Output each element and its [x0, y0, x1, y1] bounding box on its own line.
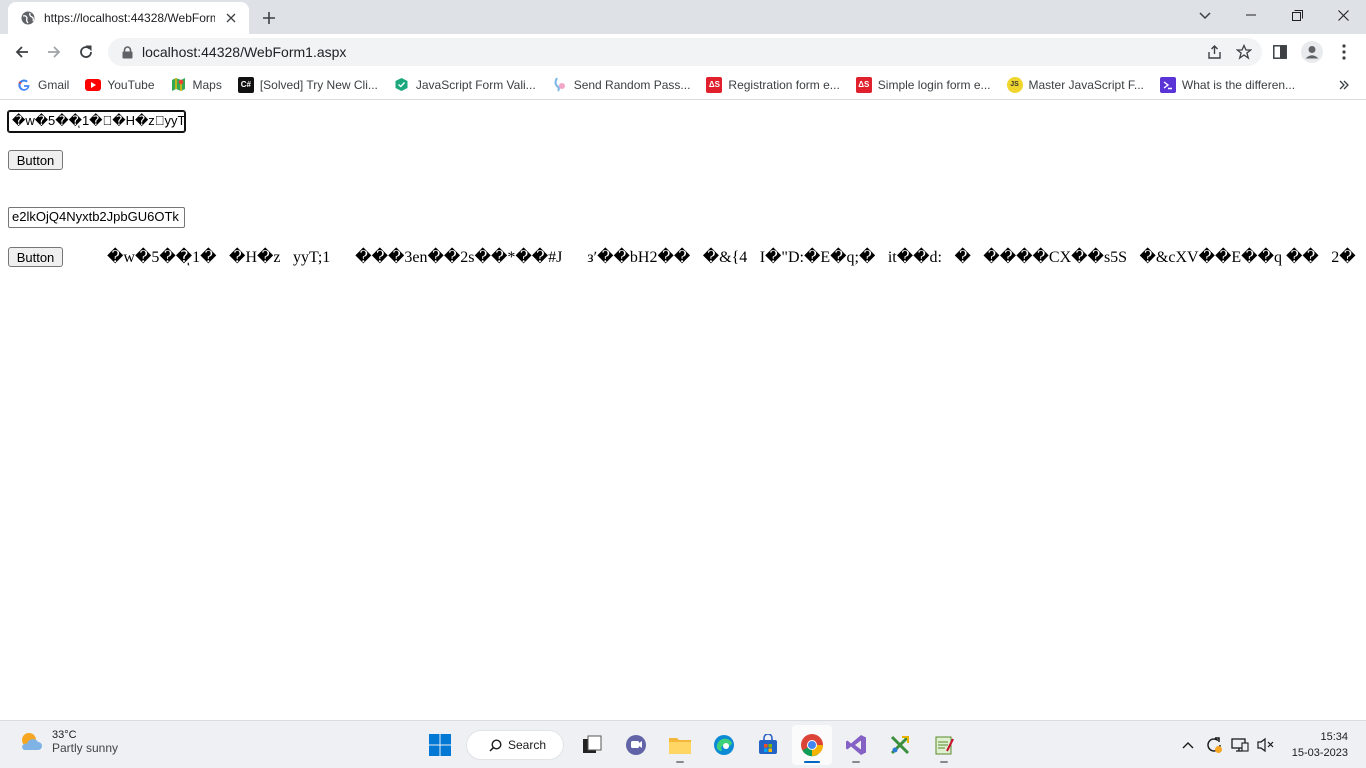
weather-temp: 33°C	[52, 729, 77, 741]
bookmark-youtube[interactable]: YouTube	[85, 72, 155, 98]
lock-icon[interactable]	[120, 45, 134, 59]
new-tab-plus-icon[interactable]	[258, 7, 280, 29]
chrome-browser-icon[interactable]	[792, 725, 832, 765]
task-view-icon[interactable]	[572, 725, 612, 765]
bookmark-solved[interactable]: C# [Solved] Try New Cli...	[237, 72, 378, 98]
tools-app-icon[interactable]	[880, 725, 920, 765]
running-indicator	[804, 761, 820, 763]
window-controls	[1228, 0, 1366, 30]
globe-icon	[21, 11, 35, 25]
bookmark-master-javascript[interactable]: JS Master JavaScript F...	[1006, 72, 1144, 98]
close-window-icon[interactable]	[1320, 0, 1366, 30]
browser-toolbar: localhost:44328/WebForm1.aspx	[0, 34, 1366, 70]
youtube-icon	[85, 77, 102, 93]
minimize-icon[interactable]	[1228, 0, 1274, 30]
weather-widget[interactable]: 33°C Partly sunny	[18, 729, 118, 755]
reload-icon[interactable]	[73, 39, 99, 65]
taskbar-apps: Search	[418, 725, 966, 765]
bookmark-what-is-the-difference[interactable]: What is the differen...	[1159, 72, 1295, 98]
url-text[interactable]: localhost:44328/WebForm1.aspx	[142, 44, 1202, 60]
bookmark-js-form-validation[interactable]: JavaScript Form Vali...	[394, 72, 536, 98]
taskbar-search[interactable]: Search	[466, 730, 564, 760]
start-windows-icon[interactable]	[420, 725, 460, 765]
system-clock[interactable]: 15:34 15-03-2023	[1292, 729, 1348, 761]
bookmarks-bar: Gmail YouTube Maps C# [Solved] Try New C…	[0, 70, 1366, 100]
more-menu-icon[interactable]	[1331, 39, 1357, 65]
textbox-2[interactable]: e2lkOjQ4Nyxtb2JpbGU6OTk	[8, 207, 185, 228]
bookmark-gmail[interactable]: Gmail	[16, 72, 69, 98]
running-indicator	[852, 761, 860, 763]
textbox-1[interactable]: �w�5��ͅ1� �H�z yyT;1	[7, 110, 186, 133]
terminal-icon	[1159, 76, 1176, 93]
restore-icon[interactable]	[1274, 0, 1320, 30]
running-indicator	[940, 761, 948, 763]
as-icon: ΔS	[706, 76, 723, 93]
visual-studio-icon[interactable]	[836, 725, 876, 765]
bookmark-registration-form[interactable]: ΔS Registration form e...	[706, 72, 840, 98]
as-icon: ΔS	[855, 76, 872, 93]
teams-chat-icon[interactable]	[616, 725, 656, 765]
network-icon[interactable]	[1228, 733, 1252, 757]
volume-muted-icon[interactable]	[1254, 733, 1278, 757]
forward-arrow-icon[interactable]	[41, 39, 67, 65]
bookmark-star-icon[interactable]	[1232, 40, 1256, 64]
close-tab-icon[interactable]	[223, 10, 239, 26]
clock-date: 15-03-2023	[1291, 747, 1348, 759]
tab-strip: https://localhost:44328/WebForm1.aspx	[0, 0, 1366, 34]
clock-time: 15:34	[1320, 731, 1348, 743]
js-icon: JS	[1006, 76, 1023, 93]
file-explorer-icon[interactable]	[660, 725, 700, 765]
back-arrow-icon[interactable]	[9, 39, 35, 65]
drop-icon	[552, 77, 568, 93]
bookmarks-overflow-chevron-icon[interactable]	[1336, 76, 1352, 94]
edge-browser-icon[interactable]	[704, 725, 744, 765]
output-label: �w�5��ͅ1� �H�z yyT;1  ���3en��2s��*��#J …	[107, 249, 1356, 266]
sync-update-icon[interactable]	[1202, 733, 1226, 757]
profile-avatar-icon[interactable]	[1299, 39, 1325, 65]
tab-title: https://localhost:44328/WebForm1.aspx	[44, 11, 215, 25]
google-icon	[16, 77, 32, 93]
chevron-up-icon[interactable]	[1176, 733, 1200, 757]
share-icon[interactable]	[1202, 40, 1226, 64]
bookmark-simple-login-form[interactable]: ΔS Simple login form e...	[855, 72, 991, 98]
address-bar[interactable]: localhost:44328/WebForm1.aspx	[108, 38, 1262, 66]
notepad-app-icon[interactable]	[924, 725, 964, 765]
button-1[interactable]: Button	[8, 150, 63, 170]
maps-icon	[171, 77, 187, 93]
bookmark-send-random-pass[interactable]: Send Random Pass...	[552, 72, 690, 98]
browser-tab-active[interactable]: https://localhost:44328/WebForm1.aspx	[8, 2, 249, 34]
csharp-icon: C#	[237, 76, 254, 93]
running-indicator	[676, 761, 684, 763]
partly-sunny-icon	[22, 733, 42, 750]
button-2[interactable]: Button	[8, 247, 63, 267]
side-panel-icon[interactable]	[1267, 39, 1293, 65]
shield-icon	[394, 77, 410, 93]
taskbar: 33°C Partly sunny Search 15:34 15-03-202…	[0, 720, 1366, 768]
bookmark-maps[interactable]: Maps	[171, 72, 222, 98]
weather-desc: Partly sunny	[52, 741, 119, 755]
search-icon	[489, 738, 502, 752]
microsoft-store-icon[interactable]	[748, 725, 788, 765]
web-page: �w�5��ͅ1� �H�z yyT;1 Button e2lkOjQ4Nyxt…	[0, 101, 1366, 720]
system-tray	[1176, 729, 1280, 761]
tab-search-chevron-down-icon[interactable]	[1194, 5, 1216, 27]
